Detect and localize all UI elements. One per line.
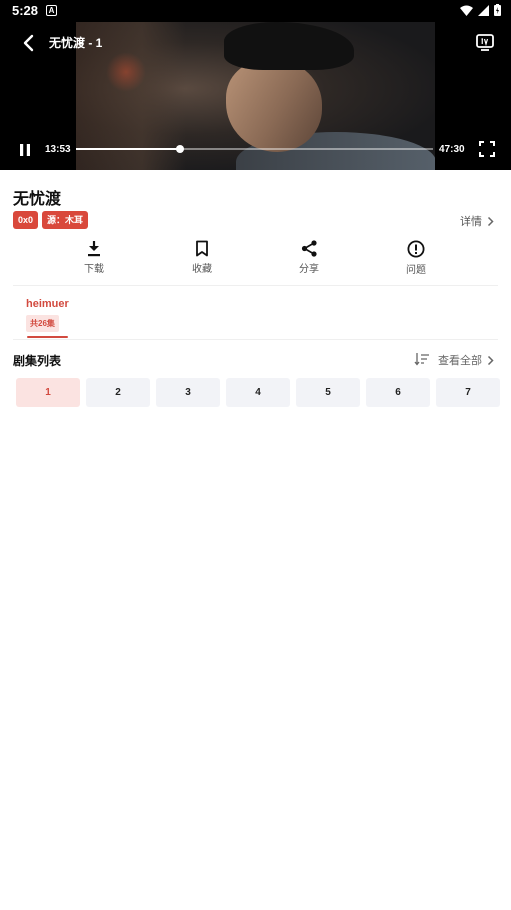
pause-icon bbox=[20, 144, 30, 156]
view-all-link[interactable]: 查看全部 bbox=[438, 352, 494, 368]
cast-tv-button[interactable] bbox=[474, 31, 496, 53]
source-tab-heimuer[interactable]: heimuer 共26集 bbox=[26, 298, 72, 332]
episode-button[interactable]: 3 bbox=[156, 378, 220, 407]
cell-signal-icon bbox=[478, 4, 489, 16]
progress-bar[interactable] bbox=[76, 145, 433, 153]
resolution-badge: 0x0 bbox=[13, 211, 39, 229]
bookmark-icon bbox=[196, 240, 208, 257]
episode-button[interactable]: 1 bbox=[16, 378, 80, 407]
details-label: 详情 bbox=[460, 216, 482, 228]
source-name: heimuer bbox=[26, 298, 69, 310]
battery-charging-icon bbox=[494, 4, 501, 16]
download-label: 下载 bbox=[84, 264, 104, 275]
report-label: 问题 bbox=[406, 265, 426, 276]
notification-a-icon: A bbox=[46, 5, 57, 16]
action-bar: 下载 收藏 分享 问题 bbox=[0, 240, 511, 276]
favorite-action[interactable]: 收藏 bbox=[172, 240, 232, 275]
episode-button[interactable]: 7 bbox=[436, 378, 500, 407]
share-icon bbox=[301, 240, 317, 257]
divider bbox=[13, 339, 498, 340]
chevron-right-icon bbox=[487, 355, 494, 365]
report-action[interactable]: 问题 bbox=[386, 240, 446, 276]
sort-icon bbox=[414, 353, 429, 366]
chevron-left-icon bbox=[23, 34, 34, 52]
status-bar: 5:28 A bbox=[0, 0, 511, 22]
sort-button[interactable] bbox=[414, 352, 430, 366]
download-icon bbox=[88, 241, 100, 257]
share-action[interactable]: 分享 bbox=[279, 240, 339, 275]
source-badge: 源：木耳 bbox=[42, 211, 89, 229]
chevron-right-icon bbox=[487, 216, 494, 226]
pause-button[interactable] bbox=[16, 141, 34, 159]
divider bbox=[13, 285, 498, 286]
episode-list-title: 剧集列表 bbox=[13, 354, 62, 368]
download-action[interactable]: 下载 bbox=[64, 240, 124, 275]
episode-grid: 1 2 3 4 5 6 7 bbox=[16, 378, 500, 407]
progress-fill bbox=[76, 148, 180, 150]
total-time: 47:30 bbox=[439, 144, 465, 155]
wifi-icon bbox=[460, 5, 473, 16]
video-player[interactable]: 无忧渡 - 1 13:53 47:30 bbox=[0, 22, 511, 170]
badge-row: 0x0 源：木耳 bbox=[13, 211, 89, 229]
tv-cast-icon bbox=[476, 34, 494, 51]
episode-button[interactable]: 5 bbox=[296, 378, 360, 407]
episode-button[interactable]: 6 bbox=[366, 378, 430, 407]
show-title: 无忧渡 bbox=[13, 191, 62, 208]
fullscreen-button[interactable] bbox=[478, 140, 496, 158]
details-link[interactable]: 详情 bbox=[460, 213, 494, 229]
episode-button[interactable]: 2 bbox=[86, 378, 150, 407]
source-tab-indicator bbox=[27, 336, 68, 338]
episode-count-badge: 共26集 bbox=[26, 315, 59, 332]
back-button[interactable] bbox=[18, 32, 40, 54]
share-label: 分享 bbox=[299, 264, 319, 275]
player-title: 无忧渡 - 1 bbox=[49, 36, 103, 50]
alert-icon bbox=[407, 240, 425, 258]
episode-button[interactable]: 4 bbox=[226, 378, 290, 407]
status-time: 5:28 bbox=[12, 3, 39, 18]
fullscreen-icon bbox=[479, 141, 495, 157]
system-icons bbox=[460, 4, 501, 16]
current-time: 13:53 bbox=[45, 144, 71, 155]
progress-knob[interactable] bbox=[175, 145, 184, 153]
view-all-label: 查看全部 bbox=[438, 355, 482, 367]
favorite-label: 收藏 bbox=[192, 264, 212, 275]
